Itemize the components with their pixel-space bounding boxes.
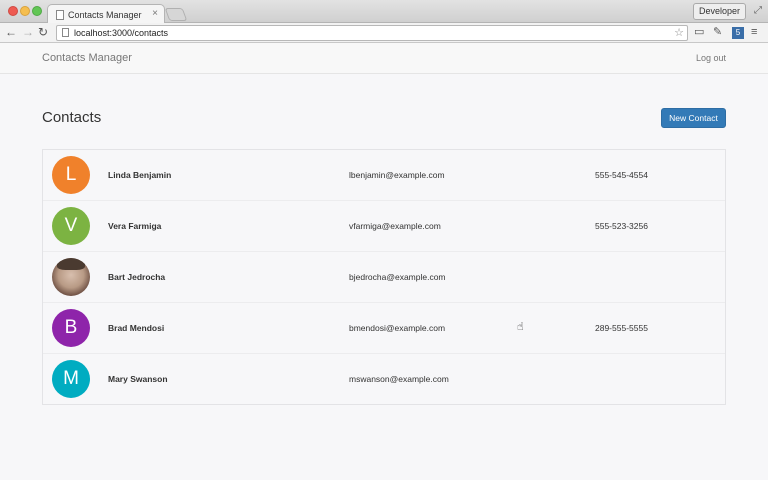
browser-tab-bar: Contacts Manager × Developer ⤢ — [0, 0, 768, 24]
contact-name[interactable]: Vera Farmiga — [108, 221, 161, 231]
avatar: M — [52, 360, 90, 398]
avatar: B — [52, 309, 90, 347]
contact-row[interactable]: M Mary Swanson mswanson@example.com — [43, 354, 725, 405]
contact-name[interactable]: Linda Benjamin — [108, 170, 171, 180]
new-contact-button[interactable]: New Contact — [661, 108, 726, 128]
contact-email: lbenjamin@example.com — [349, 170, 445, 180]
contact-row[interactable]: Bart Jedrocha bjedrocha@example.com — [43, 252, 725, 303]
pen-icon[interactable]: ✎ — [713, 26, 722, 39]
reload-icon[interactable]: ↻ — [38, 25, 48, 39]
fullscreen-icon[interactable]: ⤢ — [754, 5, 762, 16]
contact-email: vfarmiga@example.com — [349, 221, 441, 231]
contact-name[interactable]: Brad Mendosi — [108, 323, 164, 333]
zoom-window-icon[interactable] — [32, 6, 42, 16]
address-bar[interactable]: localhost:3000/contacts ☆ — [56, 25, 688, 41]
brand-link[interactable]: Contacts Manager — [42, 52, 132, 64]
extension-icon[interactable]: 5 — [732, 27, 744, 39]
contact-name[interactable]: Mary Swanson — [108, 374, 168, 384]
contact-email: bmendosi@example.com — [349, 323, 446, 333]
contact-phone: 289-555-5555 — [595, 323, 648, 333]
contact-row[interactable]: B Brad Mendosi bmendosi@example.com 289-… — [43, 303, 725, 354]
tab-title: Contacts Manager — [68, 10, 142, 20]
bookmark-star-icon[interactable]: ☆ — [674, 26, 684, 40]
forward-arrow-icon[interactable]: → — [22, 25, 34, 39]
cast-icon[interactable]: ▭ — [694, 26, 704, 39]
app-navbar: Contacts Manager Log out — [0, 43, 768, 74]
logout-link[interactable]: Log out — [696, 53, 726, 63]
page-icon — [62, 28, 69, 37]
minimize-window-icon[interactable] — [20, 6, 30, 16]
hamburger-menu-icon[interactable]: ≡ — [751, 26, 757, 39]
profile-button[interactable]: Developer — [692, 3, 746, 20]
contact-name[interactable]: Bart Jedrocha — [108, 272, 165, 282]
contact-list: L Linda Benjamin lbenjamin@example.com 5… — [42, 149, 726, 405]
hand-cursor-icon: ☝ — [517, 321, 524, 333]
avatar-photo — [52, 258, 90, 296]
contact-phone: 555-523-3256 — [595, 221, 648, 231]
contact-phone: 555-545-4554 — [595, 170, 648, 180]
browser-toolbar: ← → ↻ localhost:3000/contacts ☆ ▭ ✎ 5 ≡ — [0, 23, 768, 43]
avatar: V — [52, 207, 90, 245]
contact-row[interactable]: V Vera Farmiga vfarmiga@example.com 555-… — [43, 201, 725, 252]
close-window-icon[interactable] — [8, 6, 18, 16]
avatar: L — [52, 156, 90, 194]
contact-row[interactable]: L Linda Benjamin lbenjamin@example.com 5… — [43, 150, 725, 201]
browser-tab[interactable]: Contacts Manager × — [47, 4, 165, 24]
contact-email: mswanson@example.com — [349, 374, 449, 384]
page-icon — [56, 10, 64, 20]
back-arrow-icon[interactable]: ← — [5, 25, 17, 39]
tab-close-icon[interactable]: × — [152, 8, 158, 19]
page-title: Contacts — [42, 109, 102, 126]
url-text[interactable]: localhost:3000/contacts — [74, 26, 168, 40]
new-tab-button[interactable] — [164, 8, 188, 21]
contact-email: bjedrocha@example.com — [349, 272, 446, 282]
